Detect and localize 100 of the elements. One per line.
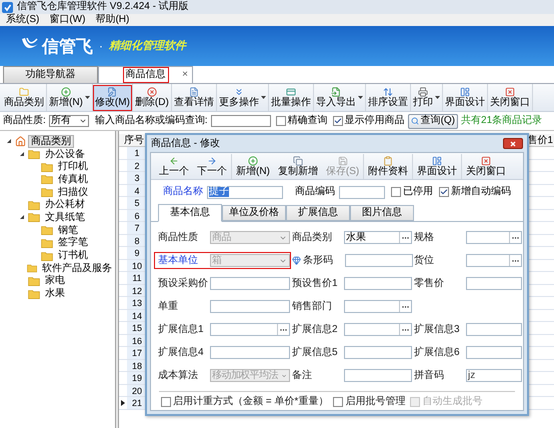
toolbar-button[interactable]: 更多操作 xyxy=(216,84,261,110)
right-arrow-icon xyxy=(207,156,217,166)
tree-item[interactable]: 订书机 xyxy=(55,249,91,262)
folder-icon xyxy=(41,250,53,261)
input-field[interactable] xyxy=(344,277,412,290)
tree-item[interactable]: 签字笔 xyxy=(55,236,91,250)
tab[interactable]: 扩展信息 xyxy=(286,205,350,221)
lookup-field[interactable] xyxy=(466,254,522,267)
toolbar-button[interactable]: 界面设计 xyxy=(442,84,487,110)
tree-item[interactable]: 水果 xyxy=(42,287,68,300)
input-field[interactable] xyxy=(345,254,413,267)
document-icon xyxy=(188,87,199,97)
toolbar-button[interactable]: 上一个 xyxy=(155,154,193,178)
caret-icon xyxy=(78,117,87,125)
query-button[interactable]: 查询(Q) xyxy=(408,114,458,128)
toolbar-button[interactable]: 下一个 xyxy=(193,154,232,178)
tree-item[interactable]: 软件产品及服务 xyxy=(39,262,115,275)
lookup-field[interactable] xyxy=(344,323,412,336)
selected-text: 提子 xyxy=(209,187,229,197)
toolbar-button[interactable]: 附件资料 xyxy=(364,154,414,178)
tree-item[interactable]: 办公设备 xyxy=(42,148,88,161)
lookup-field[interactable] xyxy=(344,300,412,313)
tab[interactable]: 商品信息 × xyxy=(98,66,193,83)
expanded-triangle-icon[interactable] xyxy=(6,138,12,144)
folder-icon xyxy=(41,162,53,172)
import-icon xyxy=(330,87,341,97)
dropdown-arrow-icon[interactable] xyxy=(434,96,440,99)
checkbox-label: 已停用 xyxy=(403,187,433,197)
toolbar-button[interactable]: 界面设计 xyxy=(413,154,462,178)
close-tab-button[interactable]: × xyxy=(182,70,188,80)
checkbox[interactable] xyxy=(439,187,449,197)
input-field[interactable] xyxy=(344,346,412,359)
toolbar-button[interactable]: 关闭窗口 xyxy=(462,154,510,178)
toolbar-button[interactable]: 修改(M) xyxy=(92,84,132,110)
toolbar-button[interactable]: 新增(N) xyxy=(232,154,274,178)
toolbar-button[interactable]: 查看详情 xyxy=(172,84,216,110)
toolbar-button[interactable]: 排序设置 xyxy=(366,84,410,110)
input-field[interactable] xyxy=(210,346,290,359)
checkbox[interactable] xyxy=(332,116,343,126)
tree-item[interactable]: 家电 xyxy=(42,274,68,288)
input-field[interactable] xyxy=(466,277,522,290)
dropdown-arrow-icon[interactable] xyxy=(84,96,90,99)
field-label: 货位 xyxy=(414,256,435,266)
tree-item[interactable]: 办公耗材 xyxy=(42,198,88,212)
tree-item[interactable]: 打印机 xyxy=(55,160,91,174)
expanded-triangle-icon[interactable] xyxy=(18,214,24,220)
expanded-triangle-icon[interactable] xyxy=(18,151,24,158)
type-dropdown[interactable]: 所有 xyxy=(48,115,89,127)
save-icon xyxy=(338,156,348,166)
toolbar-button[interactable]: 打印 xyxy=(410,84,435,110)
separator-dot: · xyxy=(99,40,103,52)
tree-item[interactable]: 文具纸笔 xyxy=(42,210,88,224)
toolbar-button[interactable]: 复制新增 xyxy=(274,154,322,178)
lookup-field[interactable] xyxy=(466,231,522,244)
tab[interactable]: 基本信息 xyxy=(158,204,222,222)
toolbar-button[interactable]: 批量操作 xyxy=(268,84,313,110)
toolbar-button[interactable]: 导入导出 xyxy=(314,84,358,110)
row-number: 9 xyxy=(127,247,147,258)
input-field[interactable] xyxy=(466,346,522,359)
name-field[interactable]: 提子 xyxy=(207,186,283,198)
field-label: 预设售价1 xyxy=(292,278,339,288)
tab[interactable]: 单位及价格 xyxy=(222,205,286,221)
input-field[interactable] xyxy=(210,300,290,313)
checkbox[interactable] xyxy=(391,187,401,197)
layout-icon xyxy=(432,156,442,166)
menu-item[interactable]: 系统(S) xyxy=(6,15,40,25)
field-label: 规格 xyxy=(414,232,435,242)
tree-item[interactable]: 扫描仪 xyxy=(55,186,91,199)
tree-item[interactable]: 传真机 xyxy=(55,172,91,186)
checkbox[interactable] xyxy=(161,397,171,407)
tree-item[interactable]: 钢笔 xyxy=(55,224,81,237)
toolbar-button[interactable]: 新增(N) xyxy=(47,84,85,110)
lookup-field[interactable] xyxy=(210,323,290,336)
search-field[interactable] xyxy=(210,115,271,127)
checkbox[interactable] xyxy=(333,397,344,407)
toolbar-button[interactable]: 删除(D) xyxy=(132,84,171,110)
row-number: 1 xyxy=(127,147,147,158)
clipboard-icon xyxy=(383,156,394,166)
field-label: 扩展信息3 xyxy=(414,324,461,334)
tree-item[interactable]: 商品类别 xyxy=(28,134,74,148)
toolbar-button[interactable]: 商品类别 xyxy=(2,84,46,110)
dropdown-arrow-icon[interactable] xyxy=(260,96,266,99)
checkbox[interactable] xyxy=(276,116,286,126)
close-button[interactable] xyxy=(503,138,523,149)
sort-icon xyxy=(382,87,393,97)
menu-item[interactable]: 窗口(W) xyxy=(49,15,86,25)
field-label: 扩展信息2 xyxy=(292,324,339,334)
input-field[interactable] xyxy=(210,277,290,290)
code-field[interactable] xyxy=(338,186,385,198)
toolbar-button[interactable]: 关闭窗口 xyxy=(488,84,532,110)
checkbox-label: 启用批号管理 xyxy=(345,397,406,407)
lookup-field[interactable]: 水果 xyxy=(344,231,412,244)
tab[interactable]: 图片信息 xyxy=(350,205,414,221)
input-field[interactable] xyxy=(466,323,522,336)
field-label: 零售价 xyxy=(414,278,445,288)
menu-item[interactable]: 帮助(H) xyxy=(95,15,130,25)
input-field[interactable] xyxy=(344,369,412,382)
tab[interactable]: 功能导航器 xyxy=(3,66,98,83)
dropdown-arrow-icon[interactable] xyxy=(358,96,363,99)
input-field[interactable]: jz xyxy=(466,369,522,382)
